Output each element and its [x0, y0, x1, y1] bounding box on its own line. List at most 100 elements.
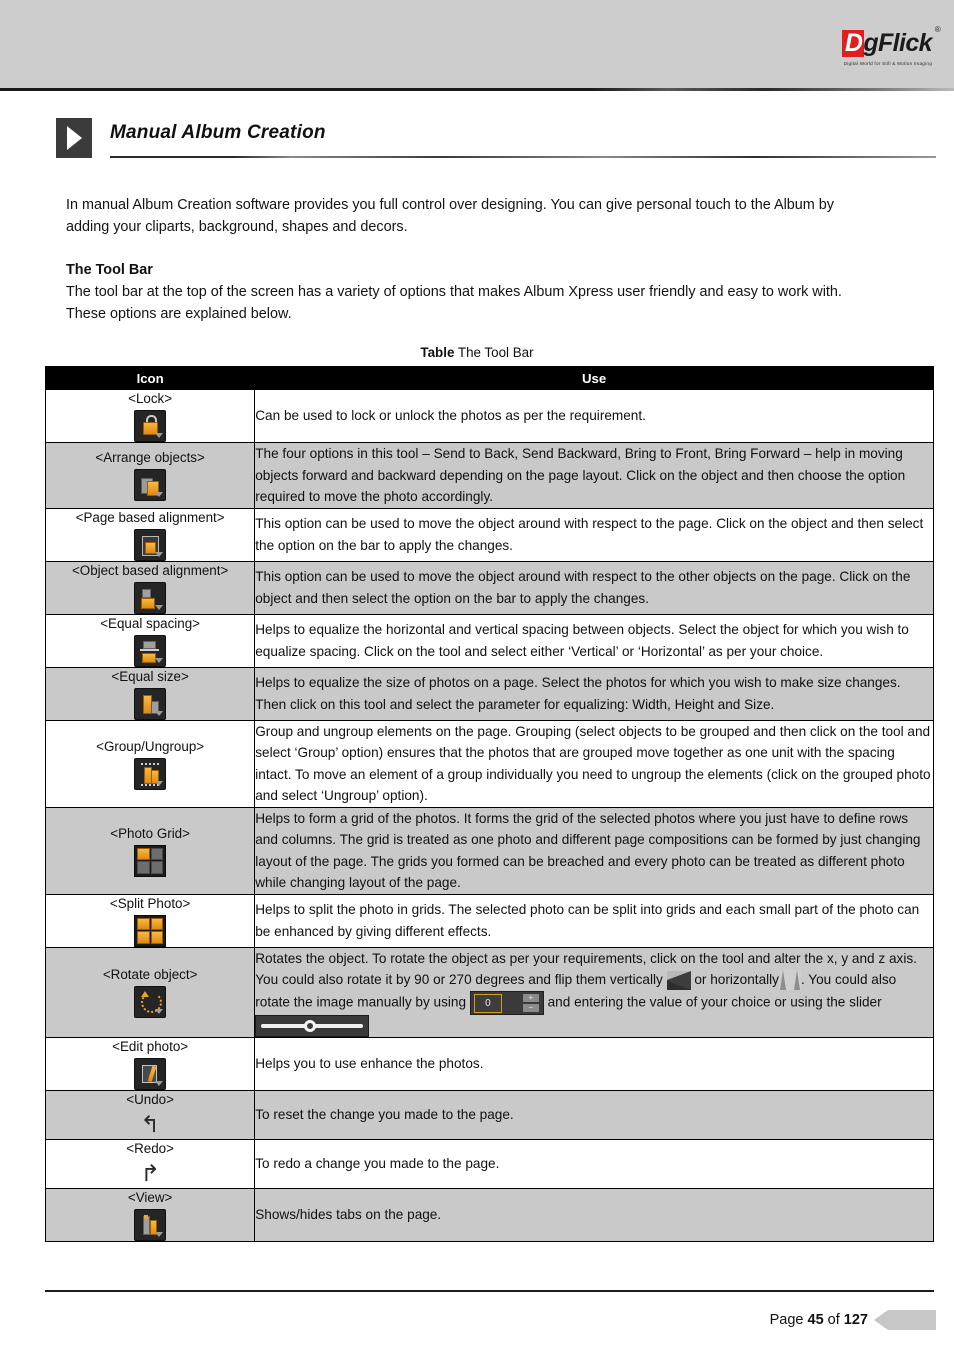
icon-cell-photo-grid: <Photo Grid> [44, 806, 256, 895]
tool-bar-heading: The Tool Bar [66, 262, 153, 278]
icon-cell-equal-spacing: <Equal spacing> [44, 613, 256, 668]
use-cell: This option can be used to move the obje… [254, 507, 934, 562]
photo-grid-icon[interactable] [134, 844, 167, 877]
table-row: <Group/Ungroup> Group and ungroup elemen… [44, 719, 934, 808]
intro-paragraph: In manual Album Creation software provid… [66, 197, 834, 235]
page-footer: Page 45 of 127 [770, 1309, 936, 1331]
table-caption: Table The Tool Bar [0, 345, 954, 360]
spinner-decrement-button[interactable]: − [522, 1003, 539, 1012]
rotate-text-segment-4: and entering the value of your choice or… [543, 994, 882, 1010]
page-number-label: Page 45 of 127 [770, 1312, 868, 1328]
use-cell: Helps to form a grid of the photos. It f… [254, 806, 934, 895]
table-row: <Redo> ↱ To redo a change you made to th… [44, 1138, 934, 1189]
page-of-text: of [823, 1312, 844, 1328]
spinner-increment-button[interactable]: + [522, 993, 539, 1002]
table-row: <Edit photo> Helps you to use enhance th… [44, 1036, 934, 1091]
tool-label: <Undo> [126, 1091, 174, 1107]
icon-cell-equal-size: <Equal size> [44, 666, 256, 721]
tool-bar-table: Icon Use <Lock> Can be used to lock or u… [44, 366, 934, 1242]
icon-cell-redo: <Redo> ↱ [44, 1138, 256, 1189]
footer-chevron-shape [874, 1310, 936, 1330]
tool-bar-paragraph: The tool bar at the top of the screen ha… [66, 284, 842, 322]
logo-wordmark: DgFlick ® [841, 26, 941, 57]
object-based-alignment-icon[interactable] [134, 581, 167, 614]
tool-label: <Lock> [128, 391, 173, 406]
rotate-object-icon[interactable] [134, 986, 167, 1019]
current-page-number: 45 [807, 1312, 824, 1328]
use-cell: This option can be used to move the obje… [254, 560, 934, 615]
table-caption-label: Table [420, 345, 455, 360]
table-row: <Photo Grid> Helps to form a grid of the… [44, 806, 934, 895]
icon-cell-rotate-object: <Rotate object> [44, 946, 256, 1038]
icon-cell-lock: <Lock> [44, 389, 256, 443]
icon-cell-group-ungroup: <Group/Ungroup> [44, 719, 256, 808]
rotation-slider[interactable] [255, 1014, 370, 1037]
registered-trademark-icon: ® [934, 25, 941, 34]
use-cell: Helps to equalize the horizontal and ver… [254, 613, 934, 668]
edit-photo-icon[interactable] [134, 1057, 167, 1090]
page-header-band [0, 0, 954, 88]
lock-icon[interactable] [134, 410, 167, 442]
rotate-text-segment-2: or horizontally [690, 972, 779, 987]
icon-cell-page-based-alignment: <Page based alignment> [44, 507, 256, 562]
use-cell: Helps you to use enhance the photos. [254, 1036, 934, 1091]
tool-label: <Edit photo> [112, 1038, 189, 1054]
page-based-alignment-icon[interactable] [134, 528, 167, 561]
page-prefix: Page [769, 1312, 808, 1328]
redo-arrow-icon[interactable]: ↱ [135, 1160, 165, 1188]
use-cell: Can be used to lock or unlock the photos… [254, 389, 934, 443]
flip-vertical-icon[interactable] [666, 970, 691, 990]
table-row: <Page based alignment> This option can b… [44, 507, 934, 562]
table-row: <Object based alignment> This option can… [44, 560, 934, 615]
equal-spacing-icon[interactable] [134, 634, 167, 667]
use-cell: To redo a change you made to the page. [254, 1138, 934, 1189]
tool-label: <View> [127, 1189, 173, 1205]
view-icon[interactable] [134, 1208, 167, 1241]
tool-label: <Page based alignment> [75, 509, 225, 525]
equal-size-icon[interactable] [134, 687, 167, 720]
use-cell: Shows/hides tabs on the page. [254, 1187, 934, 1242]
icon-cell-edit-photo: <Edit photo> [44, 1036, 256, 1091]
play-triangle-icon [56, 118, 92, 158]
column-header-icon: Icon [44, 366, 256, 390]
table-header-row: Icon Use [44, 366, 934, 390]
table-caption-text: The Tool Bar [454, 345, 534, 360]
rotation-angle-value[interactable]: 0 [473, 993, 502, 1013]
tool-label: <Arrange objects> [95, 450, 205, 466]
rotation-angle-spinner[interactable]: 0 + − [469, 990, 544, 1015]
group-ungroup-icon[interactable] [134, 757, 167, 790]
icon-cell-arrange-objects: <Arrange objects> [44, 442, 256, 509]
use-cell: Helps to equalize the size of photos on … [254, 666, 934, 721]
chapter-header: Manual Album Creation [56, 118, 936, 160]
tool-label: <Group/Ungroup> [96, 738, 205, 754]
tool-label: <Rotate object> [102, 967, 198, 983]
table-row: <View> Shows/hides tabs on the page. [44, 1187, 934, 1242]
use-cell: Helps to split the photo in grids. The s… [254, 893, 934, 948]
use-cell-rotate: Rotates the object. To rotate the object… [254, 946, 934, 1038]
tool-label: <Redo> [126, 1140, 174, 1156]
flip-horizontal-icon[interactable] [778, 970, 801, 991]
page-title: Manual Album Creation [110, 122, 326, 143]
icon-cell-view: <View> [44, 1187, 256, 1242]
undo-arrow-icon[interactable]: ↰ [135, 1111, 165, 1139]
slider-handle[interactable] [304, 1019, 317, 1032]
table-row: <Equal size> Helps to equalize the size … [44, 666, 934, 721]
arrange-objects-icon[interactable] [134, 469, 167, 502]
table-row: <Undo> ↰ To reset the change you made to… [44, 1089, 934, 1140]
tool-label: <Equal spacing> [100, 615, 200, 631]
icon-cell-undo: <Undo> ↰ [44, 1089, 256, 1140]
column-header-use: Use [254, 366, 934, 390]
total-page-number: 127 [843, 1312, 868, 1328]
icon-cell-object-based-alignment: <Object based alignment> [44, 560, 256, 615]
tool-label: <Photo Grid> [110, 825, 190, 841]
chapter-underline-rule [110, 156, 936, 158]
table-row: <Lock> Can be used to lock or unlock the… [44, 389, 934, 443]
use-cell: Group and ungroup elements on the page. … [254, 719, 934, 808]
tool-label: <Equal size> [111, 668, 189, 684]
header-divider-rule [0, 88, 954, 91]
logo-rest: gFlick [863, 29, 932, 57]
split-photo-icon[interactable] [134, 914, 167, 947]
use-cell: To reset the change you made to the page… [254, 1089, 934, 1140]
table-row: <Arrange objects> The four options in th… [44, 442, 934, 509]
table-row: <Rotate object> Rotates the object. To r… [44, 946, 934, 1038]
